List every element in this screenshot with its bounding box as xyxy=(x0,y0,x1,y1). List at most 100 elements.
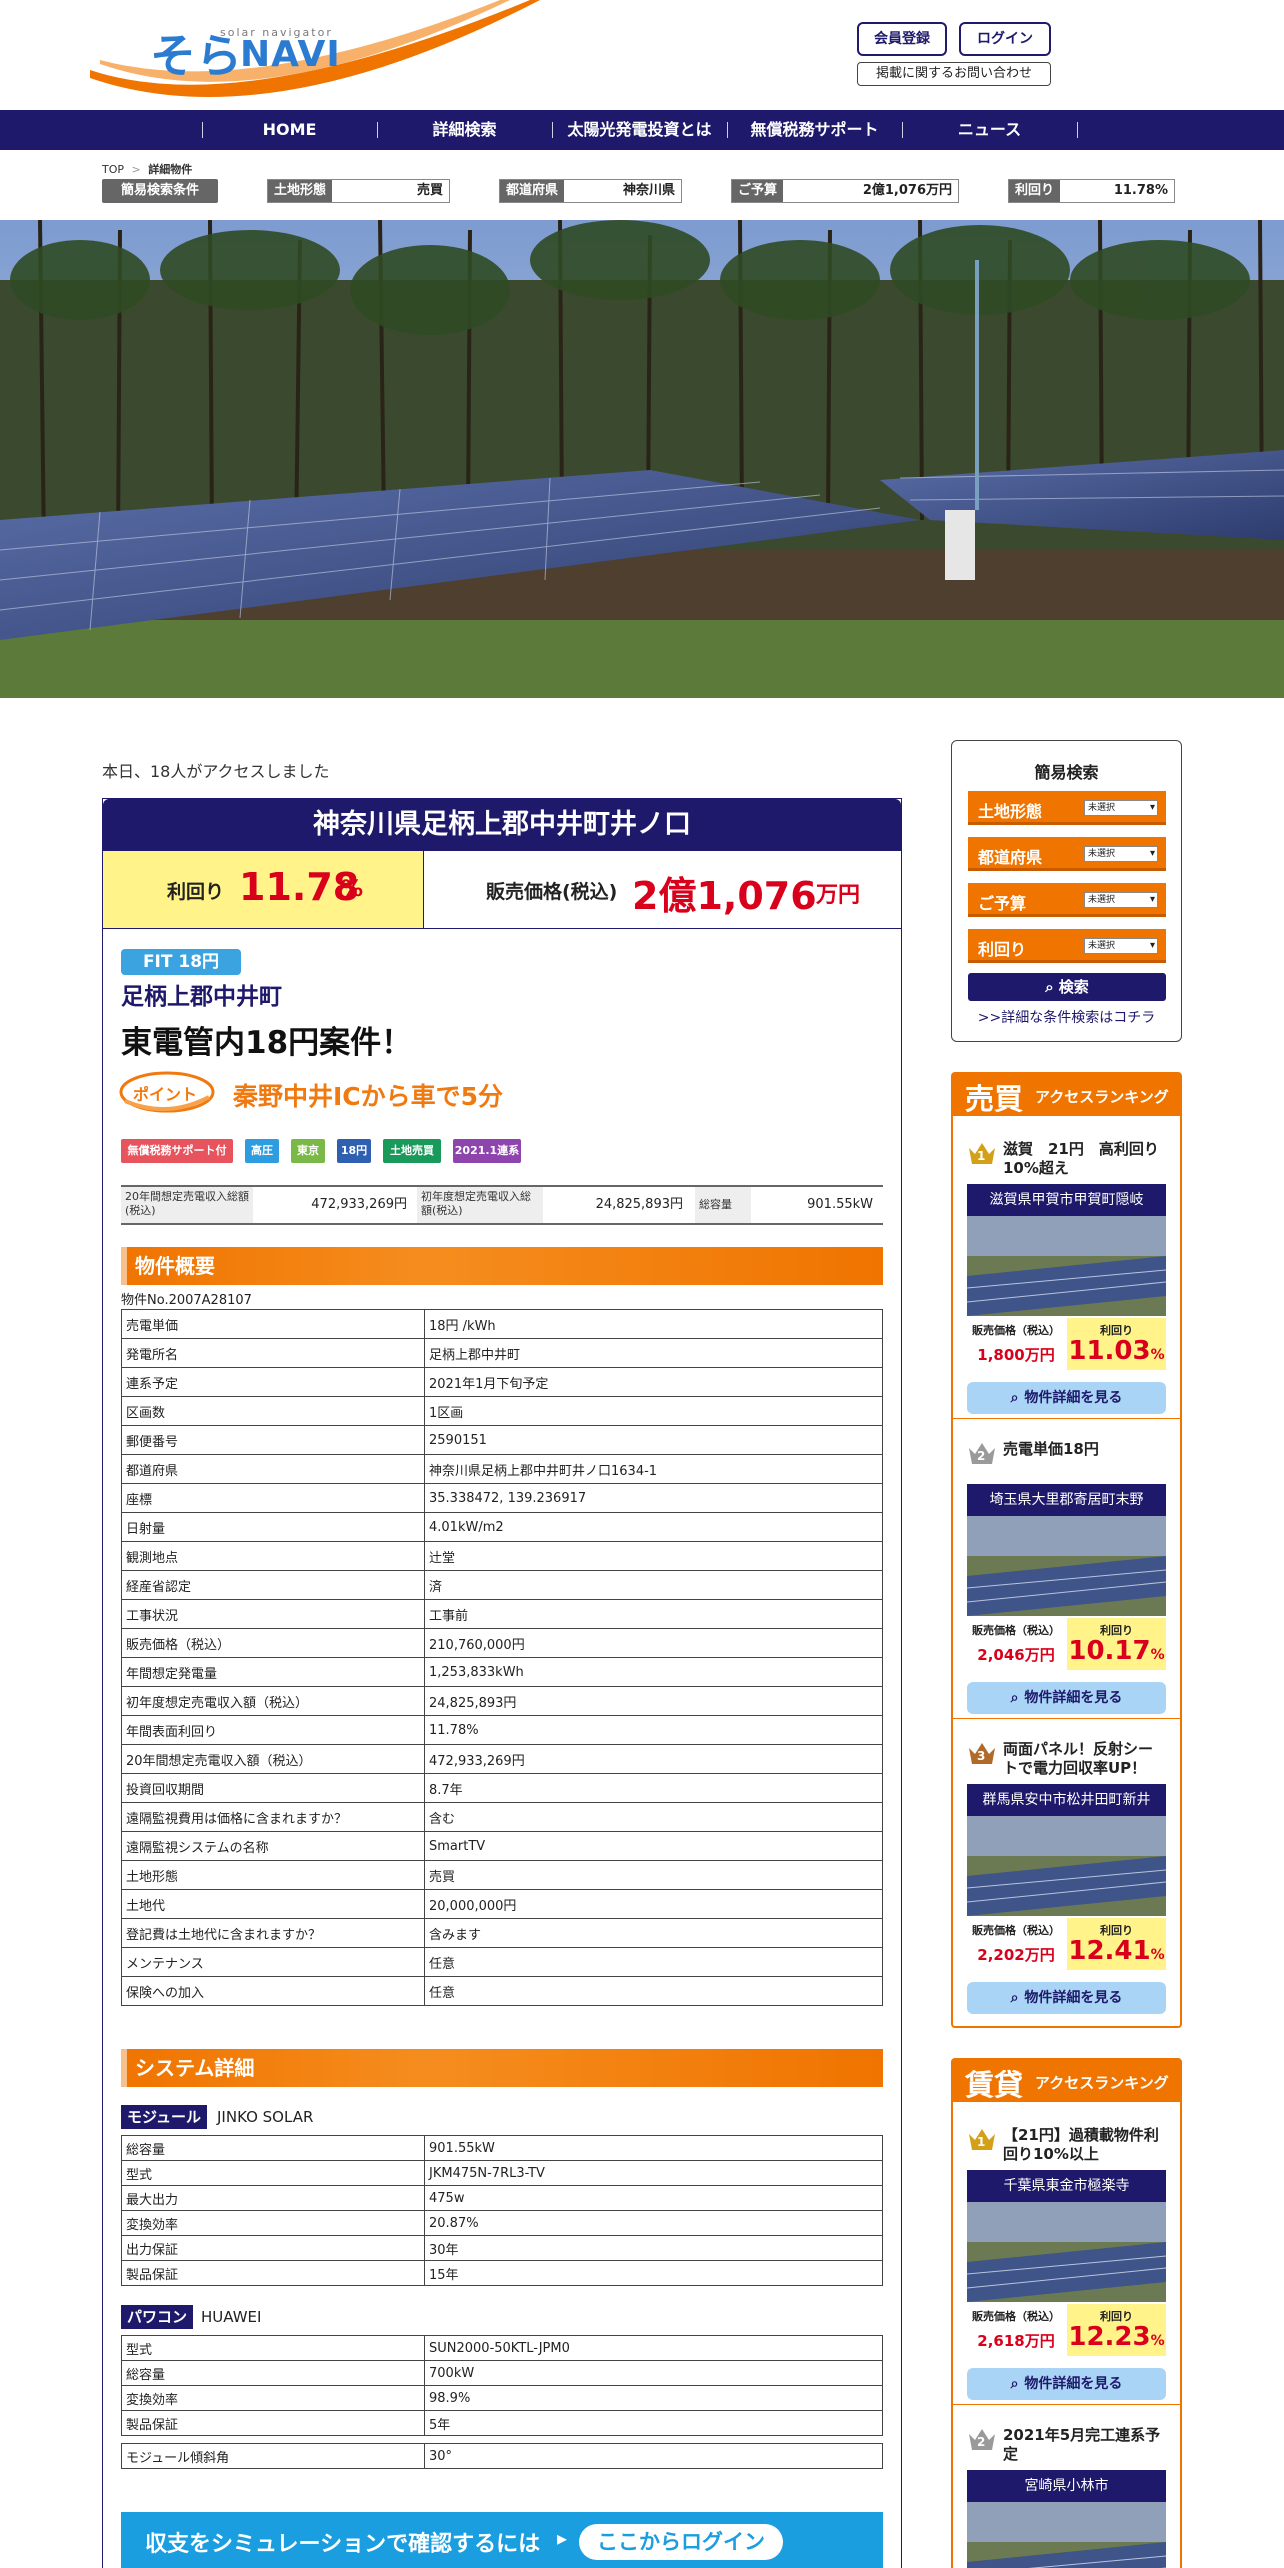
condition-yield: 利回り 11.78% xyxy=(1008,179,1175,203)
rent-ranking-header: 賃貸 アクセスランキング xyxy=(953,2060,1180,2102)
nav-detail-search[interactable]: 詳細検索 xyxy=(377,110,552,150)
spec-value: 20,000,000円 xyxy=(424,1889,883,1919)
spec-key: 総容量 xyxy=(121,2360,425,2386)
price-value: 2,202万円 xyxy=(977,1946,1055,1964)
tag-tokyo: 東京 xyxy=(291,1139,325,1163)
spec-key: 出力保証 xyxy=(121,2235,425,2261)
solar-farm-image xyxy=(0,220,1284,698)
price-value: 2,046万円 xyxy=(977,1646,1055,1664)
condition-key: 利回り xyxy=(1009,180,1061,202)
module-label: モジュール xyxy=(121,2105,207,2129)
spec-key: 遠隔監視費用は価格に含まれますか？ xyxy=(121,1802,425,1832)
tag-18yen: 18円 xyxy=(337,1139,371,1163)
nav-tax-support[interactable]: 無償税務サポート xyxy=(727,110,902,150)
condition-value: 売買 xyxy=(416,183,443,198)
yield-value: 12.23% xyxy=(1067,2322,1166,2352)
search-select-budget[interactable]: 未選択 xyxy=(1084,892,1158,908)
login-button[interactable]: ログイン xyxy=(959,22,1051,56)
search-select-prefecture[interactable]: 未選択 xyxy=(1084,846,1158,862)
yield-label: 利回り xyxy=(167,881,225,903)
detail-search-link[interactable]: >>詳細な条件検索はコチラ xyxy=(952,1007,1181,1027)
ranking-price-box: 販売価格（税込） 1,800万円 xyxy=(967,1318,1065,1370)
table-row: モジュール傾斜角 30° xyxy=(121,2443,883,2469)
ranking-item-title: 両面パネル！反射シートで電力回収率UP！ xyxy=(1003,1740,1154,1777)
summary-row: 20年間想定売電収入総額(税込) 472,933,269円 初年度想定売電収入総… xyxy=(121,1185,883,1225)
nav-home[interactable]: HOME xyxy=(202,110,377,150)
sidebar-quick-search: 簡易検索 土地形態 未選択 都道府県 未選択 ご予算 未選択 利回り 未選択 ⌕… xyxy=(951,740,1182,1042)
price-box: 販売価格(税込) 2億1,076 万円 xyxy=(424,851,901,929)
spec-key: 経産省認定 xyxy=(121,1570,425,1600)
view-detail-label: 物件詳細を見る xyxy=(1024,1390,1123,1406)
table-row: 総容量 901.55kW xyxy=(121,2135,883,2161)
ranking-head-big: 賃貸 xyxy=(965,2068,1024,2102)
nav-solar-investment[interactable]: 太陽光発電投資とは xyxy=(552,110,727,150)
view-detail-label: 物件詳細を見る xyxy=(1024,2376,1123,2392)
spec-value: 神奈川県足柄上郡中井町井ノ口1634-1 xyxy=(424,1454,883,1484)
login-banner[interactable]: 収支をシミュレーションで確認するには ▸ ここからログイン xyxy=(121,2512,883,2568)
spec-value: 済 xyxy=(424,1570,883,1600)
site-logo[interactable]: solar navigator そら NAVI xyxy=(150,14,350,84)
yield-unit: % xyxy=(1150,1647,1165,1663)
ranking-price-box: 販売価格（税込） 2,202万円 xyxy=(967,1918,1065,1970)
table-row: 日射量 4.01kW/m2 xyxy=(121,1512,883,1542)
view-detail-button[interactable]: ⌕ 物件詳細を見る xyxy=(967,1982,1166,2014)
system-heading: システム詳細 xyxy=(121,2049,883,2087)
table-row: 変換効率 98.9% xyxy=(121,2385,883,2411)
table-row: 投資回収期間 8.7年 xyxy=(121,1773,883,1803)
module-table: 総容量 901.55kW 型式 JKM475N-7RL3-TV 最大出力 475w 変換効率… xyxy=(121,2135,883,2286)
spec-value: 98.9% xyxy=(424,2385,883,2411)
spec-value: 2590151 xyxy=(424,1425,883,1455)
contact-button[interactable]: 掲載に関するお問い合わせ xyxy=(857,62,1051,86)
spec-key: 登記費は土地代に含まれますか？ xyxy=(121,1918,425,1948)
summary-key: 総容量 xyxy=(695,1187,751,1223)
condition-prefecture: 都道府県 神奈川県 xyxy=(499,179,682,203)
search-select-land[interactable]: 未選択 xyxy=(1084,800,1158,816)
ranking-yield-box: 利回り 11.03% xyxy=(1067,1318,1166,1370)
yield-unit: % xyxy=(1150,1347,1165,1363)
search-button[interactable]: ⌕ 検索 xyxy=(968,973,1166,1001)
view-detail-button[interactable]: ⌕ 物件詳細を見る xyxy=(967,1682,1166,1714)
view-detail-button[interactable]: ⌕ 物件詳細を見る xyxy=(967,1382,1166,1414)
tag-grid-connect: 2021.1連系 xyxy=(453,1139,521,1163)
nav-news[interactable]: ニュース xyxy=(902,110,1077,150)
global-nav: HOME 詳細検索 太陽光発電投資とは 無償税務サポート ニュース xyxy=(0,110,1284,150)
spec-key: 型式 xyxy=(121,2160,425,2186)
ranking-item-title: 2021年5月完工連系予定 xyxy=(1003,2426,1161,2463)
login-banner-button[interactable]: ここからログイン xyxy=(579,2524,783,2560)
summary-value: 24,825,893円 xyxy=(595,1197,683,1212)
crown-icon: 2 xyxy=(967,1440,997,1466)
view-detail-button[interactable]: ⌕ 物件詳細を見る xyxy=(967,2368,1166,2400)
spec-value: 24,825,893円 xyxy=(424,1686,883,1716)
quick-search-title: 簡易検索 xyxy=(1034,763,1099,782)
spec-value: 11.78% xyxy=(424,1715,883,1745)
search-row-label: 土地形態 xyxy=(978,802,1043,821)
search-select-yield[interactable]: 未選択 xyxy=(1084,938,1158,954)
table-row: 保険への加入 任意 xyxy=(121,1976,883,2006)
table-row: 売電単価 18円 /kWh xyxy=(121,1309,883,1339)
yield-number: 12.23 xyxy=(1068,2322,1151,2352)
spec-value: 700kW xyxy=(424,2360,883,2386)
spec-key: 最大出力 xyxy=(121,2185,425,2211)
rank-number: 1 xyxy=(977,2135,986,2149)
ranking-head-small: アクセスランキング xyxy=(1035,1088,1169,1106)
crown-icon: 2 xyxy=(967,2426,997,2452)
table-row: 製品保証 15年 xyxy=(121,2260,883,2286)
ranking-item-photo xyxy=(967,1216,1166,1316)
spec-key: 年間想定発電量 xyxy=(121,1657,425,1687)
breadcrumb-top[interactable]: TOP xyxy=(102,163,124,176)
register-button[interactable]: 会員登録 xyxy=(857,22,947,56)
sale-ranking-header: 売買 アクセスランキング xyxy=(953,1074,1180,1116)
rank-number: 3 xyxy=(977,1749,986,1763)
table-row: 製品保証 5年 xyxy=(121,2410,883,2436)
spec-value: 472,933,269円 xyxy=(424,1744,883,1774)
table-row: 都道府県 神奈川県足柄上郡中井町井ノ口1634-1 xyxy=(121,1454,883,1484)
table-row: 初年度想定売電収入額（税込） 24,825,893円 xyxy=(121,1686,883,1716)
property-detail: 神奈川県足柄上郡中井町井ノ口 利回り 11.78 % 販売価格(税込) 2億1,… xyxy=(102,798,902,2568)
tag-land-sale: 土地売買 xyxy=(383,1139,441,1163)
spec-value: 210,760,000円 xyxy=(424,1628,883,1658)
search-row-prefecture: 都道府県 未選択 xyxy=(968,837,1166,871)
login-banner-text: 収支をシミュレーションで確認するには xyxy=(145,2532,541,2557)
breadcrumb-sep: > xyxy=(131,163,141,176)
ranking-item-title: 【21円】過積載物件利回り10%以上 xyxy=(1003,2126,1159,2163)
table-row: 遠隔監視費用は価格に含まれますか？ 含む xyxy=(121,1802,883,1832)
